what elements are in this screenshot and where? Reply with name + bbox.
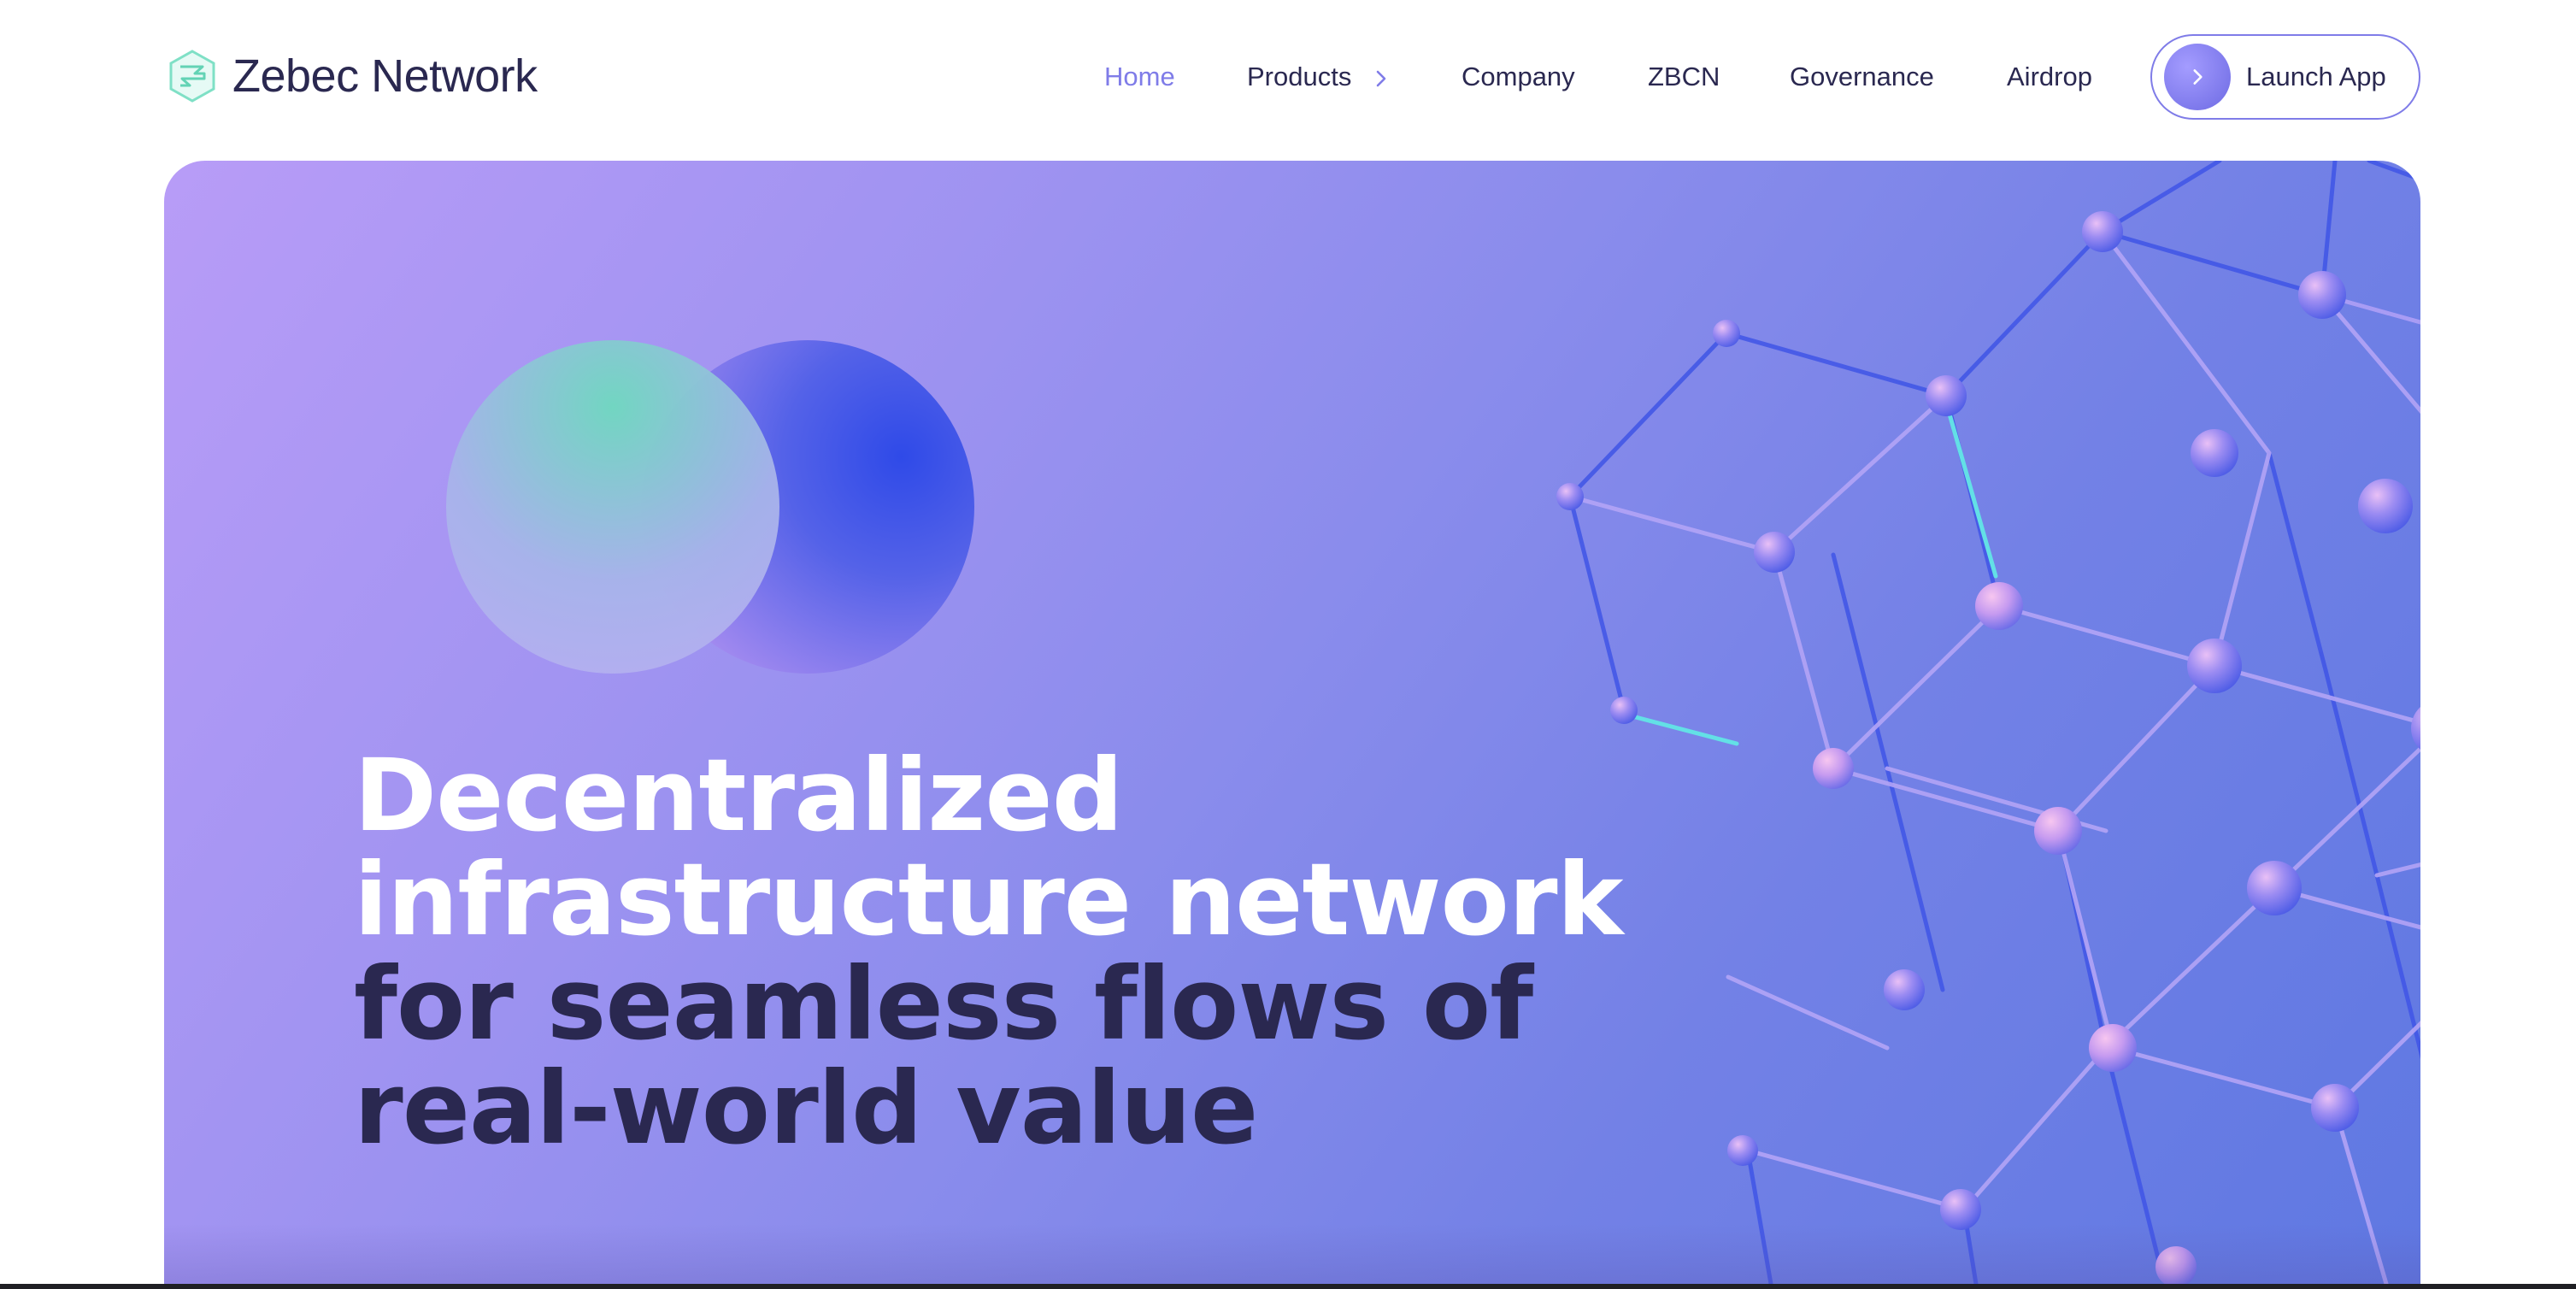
chevron-right-icon <box>2193 69 2203 85</box>
headline-dark-part: for seamless flows of real-world value <box>354 945 1533 1167</box>
launch-app-icon-circle <box>2164 44 2231 110</box>
window-bottom-edge <box>0 1284 2576 1289</box>
headline-white-part: Decentralized infrastructure network <box>354 737 1623 958</box>
chevron-right-icon <box>1376 70 1386 87</box>
hero-banner: Decentralized infrastructure network for… <box>164 161 2420 1284</box>
site-header: Zebec Network Home Products Company ZBCN… <box>0 0 2576 154</box>
hero-bottom-shade <box>164 1224 2420 1284</box>
zebec-logo-icon <box>169 50 215 103</box>
launch-app-label: Launch App <box>2246 62 2386 91</box>
nav-item-products[interactable]: Products <box>1247 62 1391 92</box>
brand-logo[interactable]: Zebec Network <box>164 48 538 104</box>
green-circle-shape <box>446 340 779 674</box>
brand-name: Zebec Network <box>232 50 538 102</box>
nav-item-products-label: Products <box>1247 62 1352 91</box>
launch-app-button[interactable]: Launch App <box>2150 34 2420 120</box>
nav-item-governance[interactable]: Governance <box>1790 62 1934 92</box>
overlapping-circles-graphic <box>446 340 1002 682</box>
nav-item-airdrop[interactable]: Airdrop <box>2007 62 2092 92</box>
nav-item-company[interactable]: Company <box>1461 62 1575 92</box>
hero-headline: Decentralized infrastructure network for… <box>354 744 1687 1161</box>
nav-item-home[interactable]: Home <box>1104 62 1175 92</box>
page: Zebec Network Home Products Company ZBCN… <box>0 0 2576 1289</box>
nav-item-zbcn[interactable]: ZBCN <box>1648 62 1720 92</box>
